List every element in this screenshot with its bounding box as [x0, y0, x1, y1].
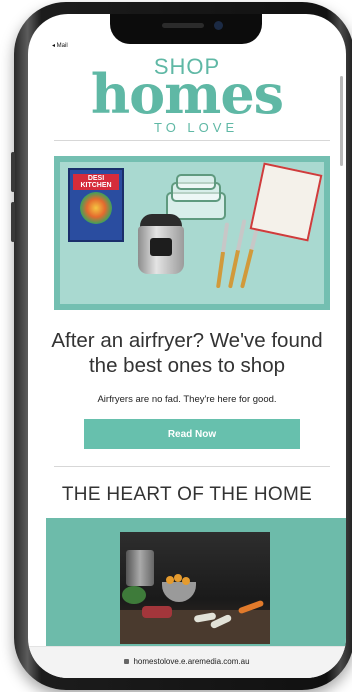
cookbook-title: DESI KITCHEN	[73, 174, 119, 190]
url-label: homestolove.e.aremedia.com.au	[133, 657, 250, 666]
pressure-cooker-image	[138, 214, 184, 276]
steak	[142, 606, 172, 618]
phone-notch	[110, 14, 262, 44]
section-title: THE HEART OF THE HOME	[61, 484, 313, 505]
divider	[54, 140, 330, 141]
storage-containers-image	[166, 172, 228, 220]
shop-homes-logo[interactable]: SHOP homes TO LOVE	[28, 54, 346, 146]
cookbook-art	[80, 192, 112, 224]
url-text: homestolove.e.aremedia.com.au	[28, 657, 346, 666]
feature-banner[interactable]	[46, 518, 346, 648]
scrollbar[interactable]	[340, 76, 343, 166]
hero-product-image[interactable]: DESI KITCHEN	[54, 156, 330, 310]
logo-homes-text: homes	[90, 62, 284, 126]
herbs	[122, 586, 146, 604]
volume-button	[11, 202, 15, 242]
lock-icon	[124, 659, 130, 664]
front-camera-icon	[214, 21, 223, 30]
read-now-button[interactable]: Read Now	[84, 419, 300, 449]
cookbook-image: DESI KITCHEN	[68, 168, 124, 242]
logo-tolove-text: TO LOVE	[154, 120, 239, 135]
browser-url-bar[interactable]: homestolove.e.aremedia.com.au	[28, 646, 346, 678]
article-subline: Airfryers are no fad. They're here for g…	[97, 394, 277, 405]
volume-button	[11, 152, 15, 192]
phone-screen: ◂ Mail SHOP homes TO LOVE DESI KITCHEN A…	[28, 14, 346, 678]
back-to-mail-link[interactable]: ◂ Mail	[52, 42, 68, 49]
speaker-grille	[162, 23, 204, 28]
fruit-bowl	[162, 582, 196, 602]
divider	[54, 466, 330, 467]
kitchen-appliance	[126, 550, 154, 586]
article-headline[interactable]: After an airfryer? We've found the best …	[38, 328, 336, 378]
kitchen-photo	[120, 532, 270, 644]
tea-towel-image	[249, 162, 323, 242]
